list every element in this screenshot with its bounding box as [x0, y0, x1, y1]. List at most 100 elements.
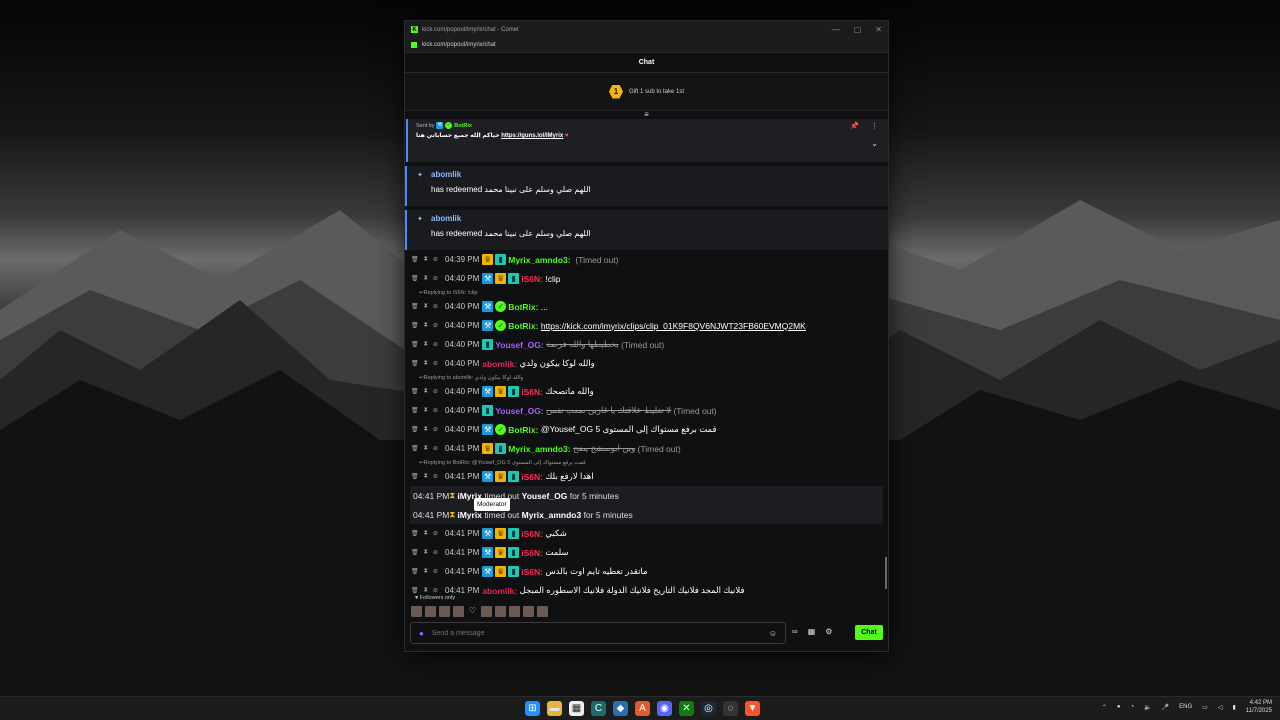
timeout-icon[interactable]: ⧗ — [424, 275, 428, 282]
delete-icon[interactable]: 🗑 — [411, 256, 419, 263]
message-username[interactable]: Yousef_OG — [495, 340, 541, 350]
pinned-link[interactable]: https://guns.lol/iMyrix — [501, 133, 563, 139]
moderator-badge-icon[interactable]: ⚒ — [482, 301, 494, 312]
verified-badge-icon[interactable]: ✓ — [495, 320, 507, 331]
crown-badge-icon[interactable]: ♛ — [495, 273, 507, 284]
moderator-badge-icon[interactable]: ⚒ — [482, 528, 494, 539]
crown-badge-icon[interactable]: ♛ — [495, 566, 507, 577]
timeout-icon[interactable]: ⧗ — [424, 407, 428, 414]
emote[interactable] — [537, 606, 548, 617]
wifi-icon[interactable]: ◔ — [1131, 704, 1135, 710]
language-indicator[interactable]: ENG — [1179, 704, 1192, 710]
delete-icon[interactable]: 🗑 — [411, 275, 419, 282]
collapse-icon[interactable]: ≡ — [405, 111, 888, 119]
ban-icon[interactable]: ⊘ — [433, 407, 438, 414]
timeout-icon[interactable]: ⧗ — [424, 388, 428, 395]
calendar-icon[interactable]: ▦ — [808, 627, 816, 636]
start-icon[interactable]: ⊞ — [525, 701, 540, 716]
delete-icon[interactable]: 🗑 — [411, 530, 419, 537]
chat-scrollbar[interactable] — [885, 557, 887, 589]
timeout-icon[interactable]: ⧗ — [424, 473, 428, 480]
microphone-icon[interactable]: ● — [419, 629, 424, 638]
timeout-icon[interactable]: ⧗ — [424, 426, 428, 433]
settings-icon[interactable]: ⚙ — [825, 627, 832, 636]
timeout-icon[interactable]: ⧗ — [424, 322, 428, 329]
battery-icon[interactable]: ▮ — [1232, 704, 1235, 711]
calendar-app-icon[interactable]: ▦ — [569, 701, 584, 716]
emote[interactable] — [509, 606, 520, 617]
message-username[interactable]: BotRix — [508, 302, 535, 312]
emote[interactable] — [439, 606, 450, 617]
ban-icon[interactable]: ⊘ — [433, 587, 438, 594]
crown-badge-icon[interactable]: ♛ — [495, 386, 507, 397]
xbox-icon[interactable]: ✕ — [679, 701, 694, 716]
moderator-badge-icon[interactable]: ⚒ — [482, 566, 494, 577]
timeout-icon[interactable]: ⧗ — [424, 530, 428, 537]
app-icon[interactable]: ◌ — [723, 701, 738, 716]
subscriber-badge-icon[interactable]: ▮ — [508, 547, 520, 558]
moderator-badge-icon[interactable]: ⚒ — [482, 320, 494, 331]
chat-message[interactable]: 🗑 ⧗ ⊘ 04:39 PM ♛ ▮ Myrix_amndo3: (Timed out) — [411, 250, 882, 269]
chat-message[interactable]: 🗑 ⧗ ⊘ 04:41 PM ⚒ ♛ ▮ iS6N: اهدا لارفع بلك — [411, 467, 882, 486]
steam-icon[interactable]: ◎ — [701, 701, 716, 716]
subscriber-badge-icon[interactable]: ▮ — [482, 405, 494, 416]
delete-icon[interactable]: 🗑 — [411, 388, 419, 395]
app-icon[interactable]: A — [635, 701, 650, 716]
moderator-badge-icon[interactable]: ⚒ — [482, 273, 494, 284]
emote[interactable]: ♡ — [467, 606, 478, 617]
ban-icon[interactable]: ⊘ — [433, 275, 438, 282]
emote[interactable] — [523, 606, 534, 617]
chat-message[interactable]: 🗑 ⧗ ⊘ 04:40 PM ⚒ ♛ ▮ iS6N: !clip — [411, 269, 882, 288]
reply-context[interactable]: ↩ Replying to abomlik: والله لوكا بيكون … — [411, 373, 882, 382]
message-username[interactable]: abomlik — [482, 359, 514, 369]
message-username[interactable]: BotRix — [508, 425, 535, 435]
chat-message[interactable]: 🗑 ⧗ ⊘ 04:40 PM ▮ Yousef_OG: لا تغليط علاقتك ي… — [411, 401, 882, 420]
delete-icon[interactable]: 🗑 — [411, 426, 419, 433]
delete-icon[interactable]: 🗑 — [411, 303, 419, 310]
message-username[interactable]: Myrix_amndo3 — [508, 444, 568, 454]
subscriber-badge-icon[interactable]: ▮ — [495, 443, 507, 454]
chat-message-list[interactable]: 🗑 ⧗ ⊘ 04:39 PM ♛ ▮ Myrix_amndo3: (Timed out) 🗑 ⧗… — [405, 250, 888, 600]
chat-message[interactable]: 🗑 ⧗ ⊘ 04:40 PM ⚒ ✓ BotRix: ... — [411, 297, 882, 316]
more-options-icon[interactable]: ⋮ — [871, 122, 878, 130]
address-bar[interactable]: kick.com/popout/imyrix/chat — [405, 38, 888, 53]
moderator-badge-icon[interactable]: ⚒ — [482, 547, 494, 558]
emote[interactable] — [425, 606, 436, 617]
ban-icon[interactable]: ⊘ — [433, 445, 438, 452]
delete-icon[interactable]: 🗑 — [411, 445, 419, 452]
ban-icon[interactable]: ⊘ — [433, 530, 438, 537]
maximize-button[interactable]: ▢ — [854, 25, 862, 34]
mod-target[interactable]: Myrix_amndo3 — [522, 510, 582, 520]
volume-icon[interactable]: 🔈 — [1144, 704, 1151, 711]
ban-icon[interactable]: ⊘ — [433, 303, 438, 310]
timeout-icon[interactable]: ⧗ — [424, 360, 428, 367]
ban-icon[interactable]: ⊘ — [433, 256, 438, 263]
tray-app-icon[interactable]: ● — [1117, 704, 1121, 710]
message-username[interactable]: BotRix — [508, 321, 535, 331]
discord-icon[interactable]: ◉ — [657, 701, 672, 716]
crown-badge-icon[interactable]: ♛ — [482, 254, 494, 265]
message-username[interactable]: Myrix_amndo3 — [508, 255, 568, 265]
ban-icon[interactable]: ⊘ — [433, 549, 438, 556]
chat-message[interactable]: 🗑 ⧗ ⊘ 04:40 PM abomlik: والله لوكا بيكون ولد… — [411, 354, 882, 373]
crown-badge-icon[interactable]: ♛ — [495, 547, 507, 558]
delete-icon[interactable]: 🗑 — [411, 568, 419, 575]
network-icon[interactable]: ▭ — [1202, 704, 1208, 711]
subscriber-badge-icon[interactable]: ▮ — [508, 273, 520, 284]
crown-badge-icon[interactable]: ♛ — [482, 443, 494, 454]
message-username[interactable]: abomlik — [482, 586, 514, 596]
mod-target[interactable]: Yousef_OG — [522, 491, 568, 501]
ban-icon[interactable]: ⊘ — [433, 568, 438, 575]
timeout-icon[interactable]: ⧗ — [424, 303, 428, 310]
pinned-sender[interactable]: BotRix — [454, 123, 472, 129]
points-icon[interactable]: ∞ — [792, 627, 798, 636]
close-button[interactable]: ✕ — [875, 25, 882, 34]
file-explorer-icon[interactable]: ▬ — [547, 701, 562, 716]
chat-message[interactable]: 🗑 ⧗ ⊘ 04:41 PM abomlik: فلانيك المجد فلانيك … — [411, 581, 882, 600]
delete-icon[interactable]: 🗑 — [411, 360, 419, 367]
speaker-icon[interactable]: ◁ — [1218, 704, 1223, 711]
chat-message[interactable]: 🗑 ⧗ ⊘ 04:41 PM ⚒ ♛ ▮ iS6N: شكبي — [411, 524, 882, 543]
gift-sub-banner[interactable]: 1 Gift 1 sub to take 1st — [405, 73, 888, 111]
message-username[interactable]: iS6N — [521, 567, 540, 577]
ban-icon[interactable]: ⊘ — [433, 360, 438, 367]
